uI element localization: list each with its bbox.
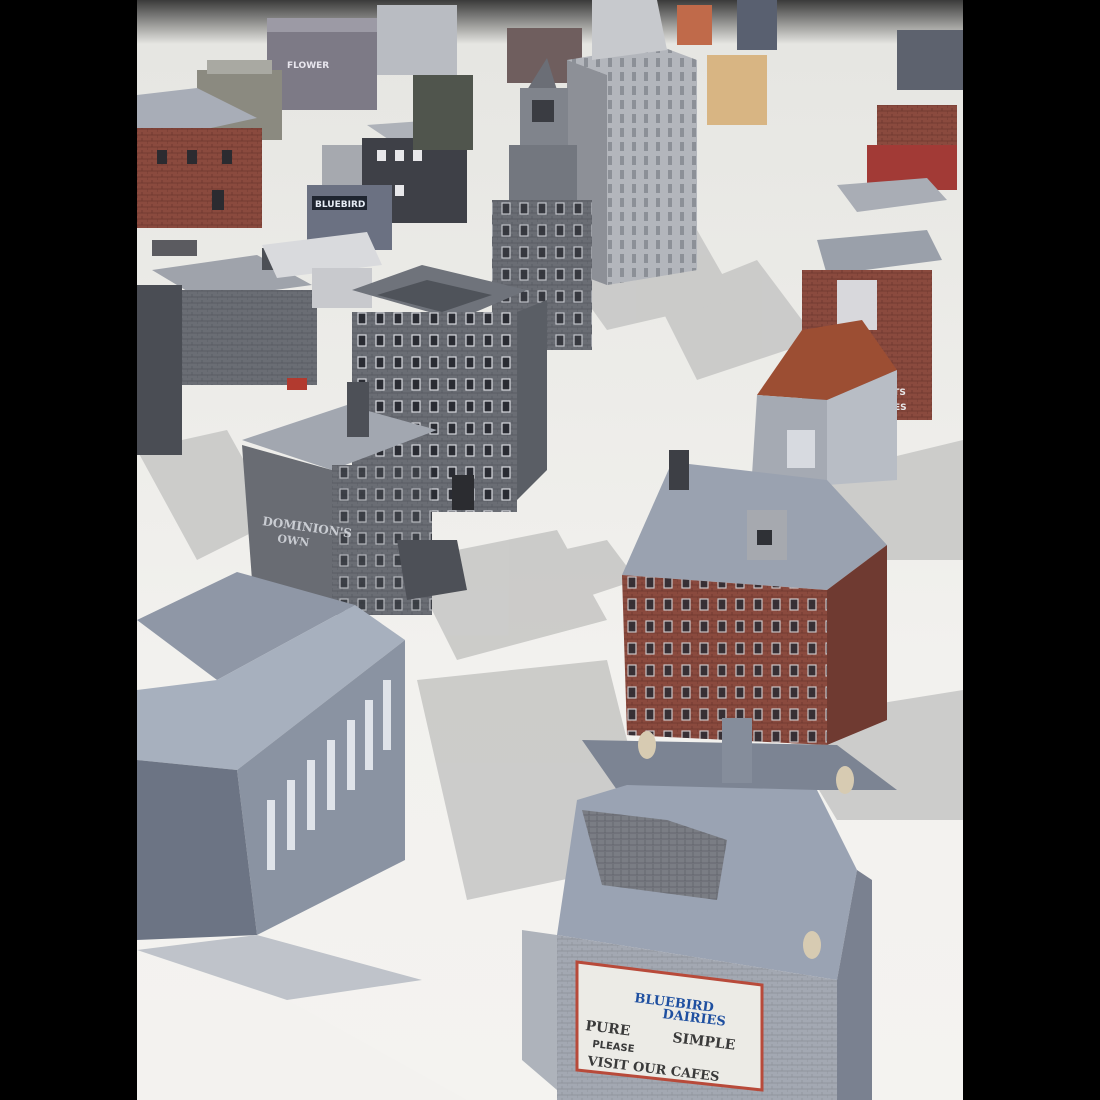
flower-sign: FLOWER [287, 61, 329, 71]
table-surface [137, 1000, 467, 1100]
grey-hall-bottom-left [137, 572, 422, 1000]
model-city-scene: FLOWER BLUEBIRD DOMINION'S OWN BLUEBIRD … [137, 0, 963, 1100]
photo-frame: FLOWER BLUEBIRD DOMINION'S OWN BLUEBIRD … [0, 0, 1100, 1100]
city-model-photo: FLOWER BLUEBIRD DOMINION'S OWN BLUEBIRD … [137, 0, 963, 1100]
store-sign: BLUEBIRD [315, 200, 365, 210]
